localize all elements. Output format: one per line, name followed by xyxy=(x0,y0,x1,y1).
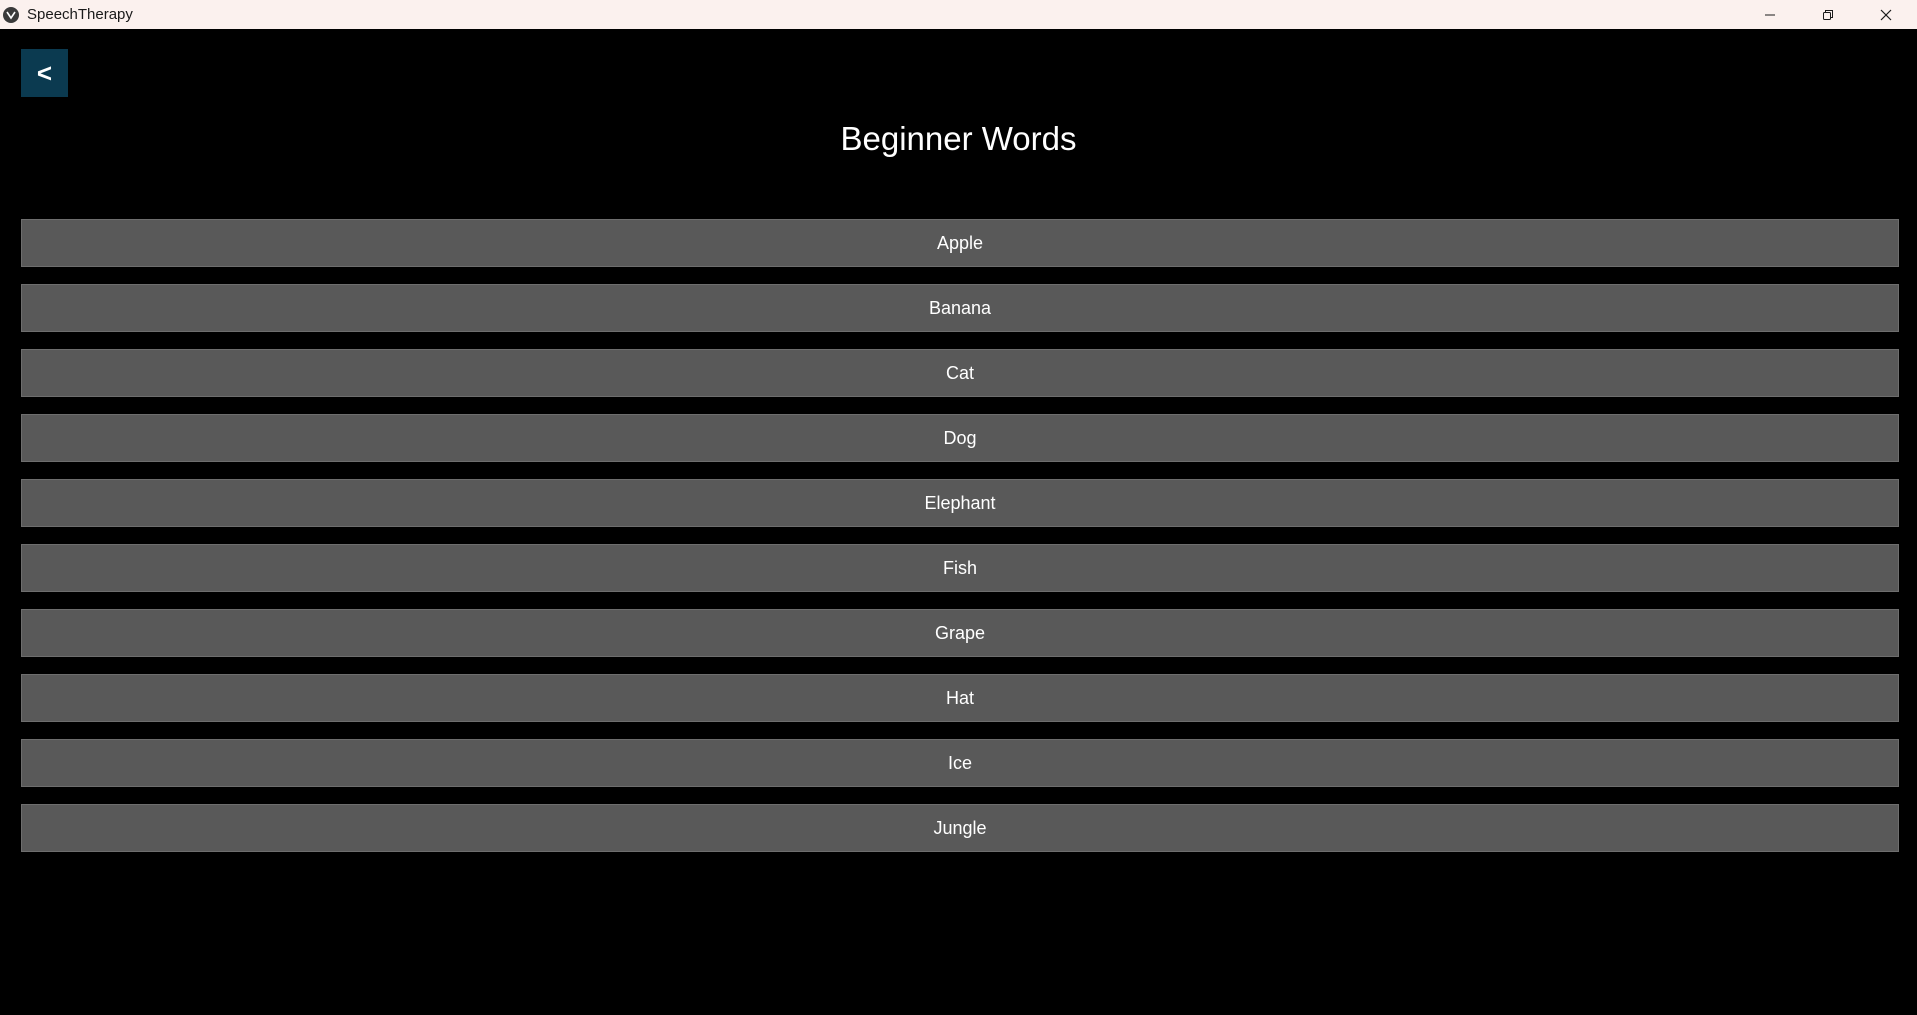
word-button-elephant[interactable]: Elephant xyxy=(21,479,1899,527)
close-icon xyxy=(1880,9,1892,20)
minimize-icon xyxy=(1765,14,1775,15)
restore-button[interactable] xyxy=(1799,0,1857,29)
window-title: SpeechTherapy xyxy=(27,6,133,23)
word-button-apple[interactable]: Apple xyxy=(21,219,1899,267)
minimize-button[interactable] xyxy=(1741,0,1799,29)
window-titlebar: SpeechTherapy xyxy=(0,0,1917,29)
back-button[interactable]: < xyxy=(21,49,68,97)
main-content: < Beginner Words Apple Banana Cat Dog El… xyxy=(0,29,1917,1015)
word-button-fish[interactable]: Fish xyxy=(21,544,1899,592)
word-button-jungle[interactable]: Jungle xyxy=(21,804,1899,852)
word-button-cat[interactable]: Cat xyxy=(21,349,1899,397)
word-button-dog[interactable]: Dog xyxy=(21,414,1899,462)
word-list: Apple Banana Cat Dog Elephant Fish Grape… xyxy=(21,219,1899,869)
word-button-banana[interactable]: Banana xyxy=(21,284,1899,332)
word-button-grape[interactable]: Grape xyxy=(21,609,1899,657)
page-title: Beginner Words xyxy=(840,120,1077,157)
restore-icon xyxy=(1823,9,1833,20)
close-button[interactable] xyxy=(1857,0,1915,29)
app-logo-icon xyxy=(3,7,19,23)
word-button-hat[interactable]: Hat xyxy=(21,674,1899,722)
word-button-ice[interactable]: Ice xyxy=(21,739,1899,787)
